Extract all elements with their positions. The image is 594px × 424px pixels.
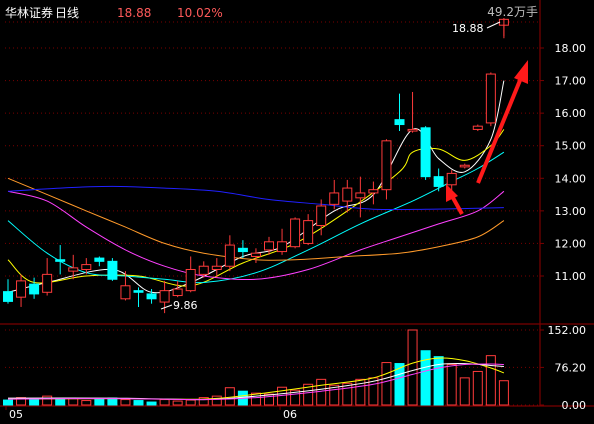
price-tick-label: 18.00	[555, 42, 587, 55]
candle-body-up	[211, 265, 222, 270]
stock-kline-chart: 华林证券 日线 18.88 10.02% 49.2万手 18.88 9.86 1…	[0, 0, 594, 424]
date-tick-label: 06	[283, 408, 297, 421]
volume-bar-down	[146, 401, 157, 406]
volume-bar-up	[172, 400, 183, 406]
candle	[107, 258, 118, 281]
candle-body-up	[316, 205, 327, 227]
candle-body-down	[237, 247, 248, 253]
candle-body-down	[3, 291, 13, 302]
current-price: 18.88	[117, 6, 151, 20]
price-tick-label: 15.00	[555, 140, 587, 153]
volume-tick-label: 76.20	[555, 361, 587, 374]
candle	[485, 72, 496, 127]
volume-bar-up	[472, 370, 483, 406]
candle-body-down	[433, 176, 444, 187]
price-tick-label: 11.00	[555, 270, 587, 283]
volume-tick-label: 0.00	[562, 399, 587, 412]
volume-bar-up	[381, 362, 392, 406]
candle-body-up	[224, 244, 235, 267]
candle-body-up	[172, 288, 183, 297]
candle-body-up	[459, 164, 470, 168]
volume-bar-up	[498, 380, 509, 406]
candle-body-down	[94, 257, 105, 262]
candle-body-down	[107, 260, 118, 280]
candle-body-up	[120, 285, 131, 300]
volume-bar-up	[485, 355, 496, 406]
stock-name: 华林证券	[5, 5, 53, 20]
candle-body-up	[407, 128, 418, 132]
candle-body-up	[446, 172, 457, 186]
price-tick-label: 12.00	[555, 237, 587, 250]
candle-body-up	[198, 265, 209, 275]
volume-bar-up	[120, 399, 131, 406]
volume-bar-up	[211, 395, 222, 406]
candle-body-up	[342, 187, 353, 202]
candle-body-up	[485, 73, 496, 124]
change-percent: 10.02%	[177, 6, 223, 20]
price-tick-label: 17.00	[555, 75, 587, 88]
candle-body-up	[329, 192, 340, 205]
candle	[420, 126, 431, 180]
candle-body-up	[355, 192, 366, 199]
candle-body-down	[29, 283, 40, 295]
volume-label: 49.2万手	[487, 5, 538, 19]
candle-body-up	[16, 280, 27, 298]
high-price-label: 18.88	[452, 22, 484, 35]
candle	[290, 217, 301, 249]
candle-body-up	[68, 267, 79, 272]
volume-bar-up	[224, 387, 235, 406]
candle-body-up	[185, 268, 196, 292]
volume-bar-up	[446, 364, 457, 406]
candle-body-down	[146, 293, 157, 300]
volume-bar-up	[68, 398, 79, 406]
candle-body-down	[55, 259, 66, 262]
volume-bar-down	[133, 400, 144, 406]
candle-body-up	[472, 125, 483, 130]
price-tick-label: 16.00	[555, 107, 587, 120]
candle-body-up	[42, 273, 53, 293]
price-tick-label: 14.00	[555, 172, 587, 185]
volume-bar-up	[407, 329, 418, 406]
volume-bar-up	[459, 377, 470, 406]
volume-bar-down	[29, 398, 40, 406]
candle-body-up	[159, 290, 170, 303]
candle-body-up	[81, 264, 92, 270]
low-price-label: 9.86	[173, 299, 198, 312]
volume-bar-down	[94, 398, 105, 406]
candle-body-up	[381, 140, 392, 191]
candle-body-up	[368, 189, 379, 194]
volume-bar-up	[81, 400, 92, 406]
volume-bar-up	[42, 395, 53, 406]
candle-body-up	[290, 218, 301, 248]
candle-body-down	[394, 119, 405, 126]
candle-body-up	[250, 252, 261, 257]
candle-body-down	[133, 290, 144, 293]
volume-bar-up	[159, 399, 170, 406]
candle-body-up	[264, 241, 274, 251]
volume-bar-down	[107, 397, 118, 406]
candle-body-up	[277, 241, 288, 253]
volume-tick-label: 152.00	[548, 324, 587, 337]
period-label: 日线	[55, 6, 79, 20]
candle-body-down	[420, 127, 431, 178]
volume-bar-down	[3, 399, 13, 406]
volume-bar-up	[316, 378, 327, 406]
candle-body-up	[303, 220, 314, 244]
date-tick-label: 05	[9, 408, 23, 421]
volume-bar-up	[185, 399, 196, 406]
price-tick-label: 13.00	[555, 205, 587, 218]
